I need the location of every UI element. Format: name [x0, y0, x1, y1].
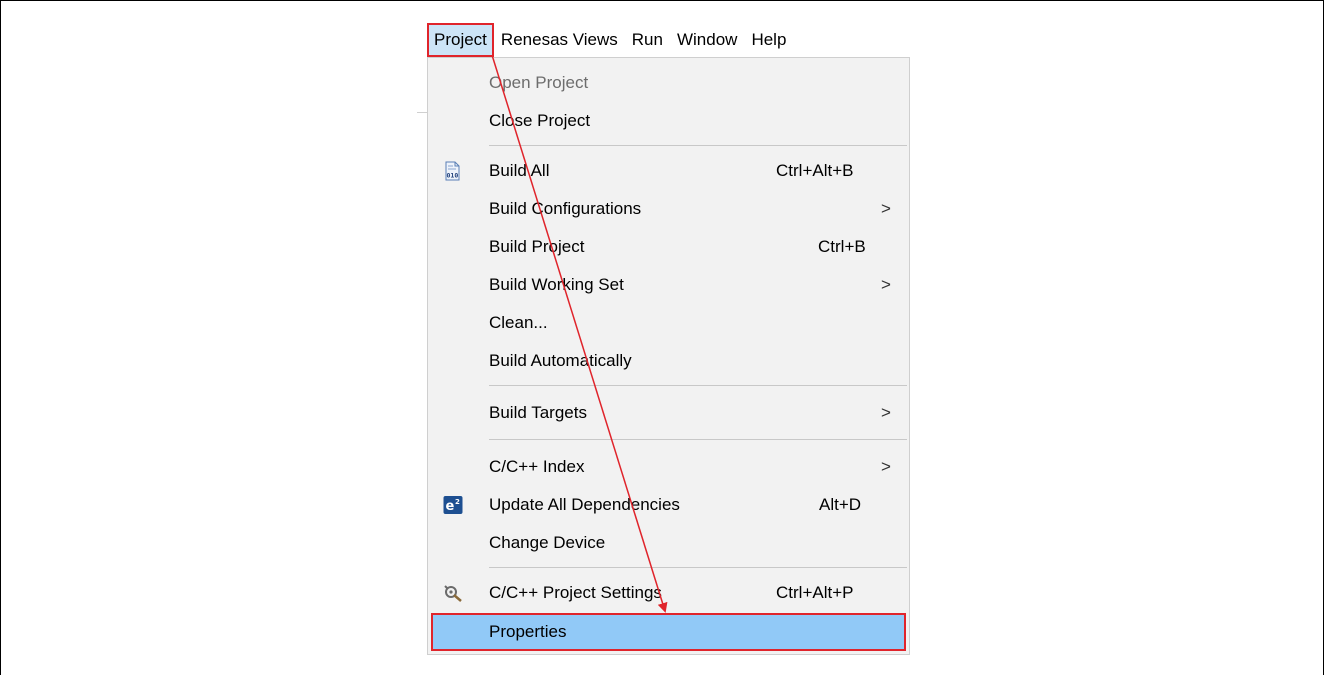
- menu-item-open-project[interactable]: Open Project: [428, 64, 909, 102]
- menu-item-label: C/C++ Index: [489, 457, 585, 476]
- menu-separator: [489, 439, 907, 440]
- menu-item-label: Open Project: [489, 73, 589, 92]
- svg-text:010: 010: [447, 172, 459, 180]
- menu-item-label: Clean...: [489, 313, 548, 332]
- menu-window[interactable]: Window: [670, 23, 744, 57]
- menu-bar: Project Renesas Views Run Window Help: [427, 23, 912, 57]
- e2-studio-icon: e 2: [443, 495, 463, 515]
- menu-run[interactable]: Run: [625, 23, 670, 57]
- svg-text:2: 2: [455, 498, 460, 506]
- menu-item-cpp-project-settings[interactable]: C/C++ Project Settings Ctrl+Alt+P: [428, 574, 909, 612]
- menu-item-label: Build Project: [489, 237, 585, 256]
- menu-item-label: Update All Dependencies: [489, 495, 680, 514]
- menu-separator: [489, 385, 907, 386]
- menu-item-build-all[interactable]: 010 Build All Ctrl+Alt+B: [428, 152, 909, 190]
- menu-item-label: Build Working Set: [489, 275, 624, 294]
- menu-renesas-views[interactable]: Renesas Views: [494, 23, 625, 57]
- menu-item-build-project[interactable]: Build Project Ctrl+B: [428, 228, 909, 266]
- shortcut-label: Ctrl+Alt+P: [776, 583, 854, 602]
- shortcut-label: Alt+D: [819, 495, 862, 514]
- menu-item-properties[interactable]: Properties: [431, 613, 906, 651]
- menu-item-clean[interactable]: Clean...: [428, 304, 909, 342]
- menu-separator: [489, 145, 907, 146]
- submenu-arrow-icon: >: [881, 403, 891, 422]
- menu-project[interactable]: Project: [427, 23, 494, 57]
- menu-item-label: Build Automatically: [489, 351, 632, 370]
- menu-item-change-device[interactable]: Change Device: [428, 524, 909, 562]
- submenu-arrow-icon: >: [881, 457, 891, 476]
- menu-item-label: C/C++ Project Settings: [489, 583, 662, 602]
- menu-item-update-all-dependencies[interactable]: e 2 Update All Dependencies Alt+D: [428, 486, 909, 524]
- menu-item-label: Build Targets: [489, 403, 587, 422]
- shortcut-label: Ctrl+Alt+B: [776, 161, 854, 180]
- menu-item-build-targets[interactable]: Build Targets >: [428, 394, 909, 432]
- menu-item-build-automatically[interactable]: Build Automatically: [428, 342, 909, 380]
- menu-item-label: Change Device: [489, 533, 606, 552]
- submenu-arrow-icon: >: [881, 199, 891, 218]
- menu-item-close-project[interactable]: Close Project: [428, 102, 909, 140]
- menu-item-label: Close Project: [489, 111, 591, 130]
- svg-text:e: e: [446, 499, 455, 514]
- menu-item-label: Build Configurations: [489, 199, 642, 218]
- menu-item-build-working-set[interactable]: Build Working Set >: [428, 266, 909, 304]
- menu-separator: [489, 567, 907, 568]
- tools-icon: [443, 583, 463, 603]
- shortcut-label: Ctrl+B: [818, 237, 866, 256]
- menu-item-label: Build All: [489, 161, 550, 180]
- project-dropdown-menu: Open Project Close Project 010 Build All…: [427, 57, 910, 655]
- binary-file-icon: 010: [443, 161, 463, 181]
- menu-item-cpp-index[interactable]: C/C++ Index >: [428, 448, 909, 486]
- menu-help[interactable]: Help: [744, 23, 793, 57]
- submenu-arrow-icon: >: [881, 275, 891, 294]
- menu-item-label: Properties: [489, 622, 567, 641]
- menu-item-build-configurations[interactable]: Build Configurations >: [428, 190, 909, 228]
